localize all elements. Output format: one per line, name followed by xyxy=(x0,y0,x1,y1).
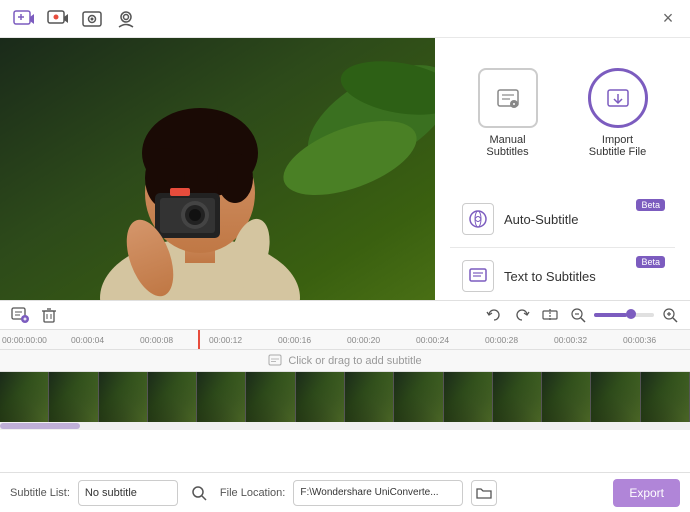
text-to-subtitle-icon xyxy=(462,260,494,292)
top-toolbar: × xyxy=(0,0,690,38)
text-to-subtitle-row[interactable]: Text to Subtitles Beta xyxy=(450,250,675,302)
film-frame-6 xyxy=(296,372,345,422)
folder-button[interactable] xyxy=(471,480,497,506)
zoom-slider[interactable] xyxy=(594,313,654,317)
film-frame-2 xyxy=(99,372,148,422)
film-frame-11 xyxy=(542,372,591,422)
playhead[interactable] xyxy=(198,330,200,349)
zoom-in-button[interactable] xyxy=(658,303,682,327)
undo-button[interactable] xyxy=(482,303,506,327)
file-path-display: F:\Wondershare UniConverte... xyxy=(293,480,463,506)
manual-subtitles-card[interactable]: Manual Subtitles xyxy=(463,58,553,168)
film-frame-3 xyxy=(148,372,197,422)
webcam-button[interactable] xyxy=(112,5,140,33)
film-frame-4 xyxy=(197,372,246,422)
ruler-mark-7: 00:00:28 xyxy=(483,335,552,345)
video-frame xyxy=(0,38,435,308)
export-button[interactable]: Export xyxy=(613,479,680,507)
ruler-mark-4: 00:00:16 xyxy=(276,335,345,345)
film-frame-8 xyxy=(394,372,443,422)
import-subtitle-card[interactable]: Import Subtitle File xyxy=(573,58,663,168)
subtitle-list-label: Subtitle List: xyxy=(10,487,70,499)
film-frame-0 xyxy=(0,372,49,422)
redo-button[interactable] xyxy=(510,303,534,327)
ruler-mark-5: 00:00:20 xyxy=(345,335,414,345)
film-frame-9 xyxy=(444,372,493,422)
film-frame-12 xyxy=(591,372,640,422)
text-to-subtitle-label: Text to Subtitles xyxy=(504,269,596,284)
auto-subtitle-label: Auto-Subtitle xyxy=(504,212,578,227)
manual-subtitles-icon-box xyxy=(478,68,538,128)
subtitle-type-options: Manual Subtitles Import Subtitle File xyxy=(463,58,663,168)
film-frame-7 xyxy=(345,372,394,422)
capture-button[interactable] xyxy=(78,5,106,33)
search-button[interactable] xyxy=(186,480,212,506)
menu-divider xyxy=(450,247,675,248)
subtitle-drop-hint: Click or drag to add subtitle xyxy=(288,355,421,367)
subtitle-menu-items: Auto-Subtitle Beta Text to Subtitles Bet… xyxy=(450,193,675,302)
video-display xyxy=(0,38,435,308)
import-subtitle-icon-box xyxy=(588,68,648,128)
film-frame-5 xyxy=(246,372,295,422)
subtitle-drop-icon xyxy=(268,354,282,368)
text-to-subtitle-beta-badge: Beta xyxy=(636,256,665,268)
import-subtitle-label: Import Subtitle File xyxy=(583,134,653,158)
timeline-toolbar xyxy=(0,300,690,330)
split-button[interactable] xyxy=(538,303,562,327)
time-ruler: 00:00:00:00 00:00:04 00:00:08 00:00:12 0… xyxy=(0,330,690,350)
manual-subtitles-label: Manual Subtitles xyxy=(473,134,543,158)
timeline-scrollbar[interactable] xyxy=(0,422,690,430)
ruler-mark-0: 00:00:00:00 xyxy=(0,335,69,345)
ruler-mark-3: 00:00:12 xyxy=(207,335,276,345)
subtitle-add-button[interactable] xyxy=(8,303,32,327)
close-button[interactable]: × xyxy=(656,7,680,31)
scrollbar-thumb[interactable] xyxy=(0,423,80,429)
zoom-out-button[interactable] xyxy=(566,303,590,327)
file-location-label: File Location: xyxy=(220,487,285,499)
subtitle-list-select[interactable]: No subtitle xyxy=(78,480,178,506)
auto-subtitle-row[interactable]: Auto-Subtitle Beta xyxy=(450,193,675,245)
ruler-mark-9: 00:00:36 xyxy=(621,335,690,345)
filmstrip xyxy=(0,372,690,422)
timeline-section: 00:00:00:00 00:00:04 00:00:08 00:00:12 0… xyxy=(0,300,690,462)
ruler-marks: 00:00:00:00 00:00:04 00:00:08 00:00:12 0… xyxy=(0,335,690,345)
ruler-mark-6: 00:00:24 xyxy=(414,335,483,345)
video-add-button[interactable] xyxy=(10,5,38,33)
film-frame-1 xyxy=(49,372,98,422)
bottom-bar: Subtitle List: No subtitle File Location… xyxy=(0,472,690,512)
auto-subtitle-beta-badge: Beta xyxy=(636,199,665,211)
ruler-mark-2: 00:00:08 xyxy=(138,335,207,345)
auto-subtitle-icon xyxy=(462,203,494,235)
screen-record-button[interactable] xyxy=(44,5,72,33)
film-frame-10 xyxy=(493,372,542,422)
film-frame-13 xyxy=(641,372,690,422)
ruler-mark-1: 00:00:04 xyxy=(69,335,138,345)
zoom-controls xyxy=(482,303,682,327)
delete-button[interactable] xyxy=(37,303,61,327)
subtitle-drop-area[interactable]: Click or drag to add subtitle xyxy=(0,350,690,372)
ruler-mark-8: 00:00:32 xyxy=(552,335,621,345)
